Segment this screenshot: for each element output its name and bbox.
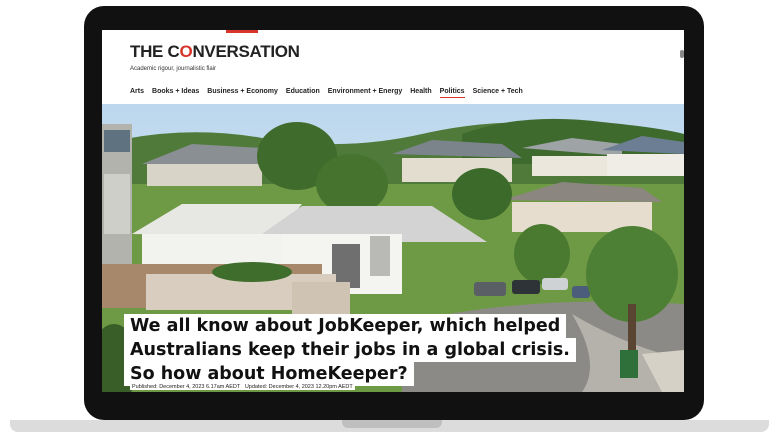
- nav-item-science-tech[interactable]: Science + Tech: [473, 88, 523, 98]
- article-headline: We all know about JobKeeper, which helpe…: [124, 314, 576, 386]
- site-tagline: Academic rigour, journalistic flair: [130, 66, 217, 72]
- headline-line: So how about HomeKeeper?: [124, 362, 414, 386]
- laptop-notch: [342, 420, 442, 428]
- nav-item-education[interactable]: Education: [286, 88, 320, 98]
- browser-screen: THE CONVERSATION Academic rigour, journa…: [102, 30, 684, 392]
- headline-line: Australians keep their jobs in a global …: [124, 338, 576, 362]
- article-dates: Published: December 4, 2023 6.17am AEDT …: [130, 384, 355, 390]
- scrollbar[interactable]: [680, 50, 684, 58]
- nav-item-politics[interactable]: Politics: [439, 88, 465, 98]
- nav-item-arts[interactable]: Arts: [130, 88, 144, 98]
- section-nav: Arts Books + Ideas Business + Economy Ed…: [130, 88, 523, 98]
- updated-date: Updated: December 4, 2023 12.20pm AEDT: [244, 384, 353, 390]
- nav-item-books-ideas[interactable]: Books + Ideas: [152, 88, 199, 98]
- nav-item-health[interactable]: Health: [410, 88, 431, 98]
- site-logo[interactable]: THE CONVERSATION: [130, 42, 300, 62]
- published-date: Published: December 4, 2023 6.17am AEDT: [132, 384, 241, 390]
- headline-line: We all know about JobKeeper, which helpe…: [124, 314, 567, 338]
- accent-tab-marker: [226, 30, 258, 33]
- nav-item-business-economy[interactable]: Business + Economy: [207, 88, 278, 98]
- nav-item-environment-energy[interactable]: Environment + Energy: [328, 88, 403, 98]
